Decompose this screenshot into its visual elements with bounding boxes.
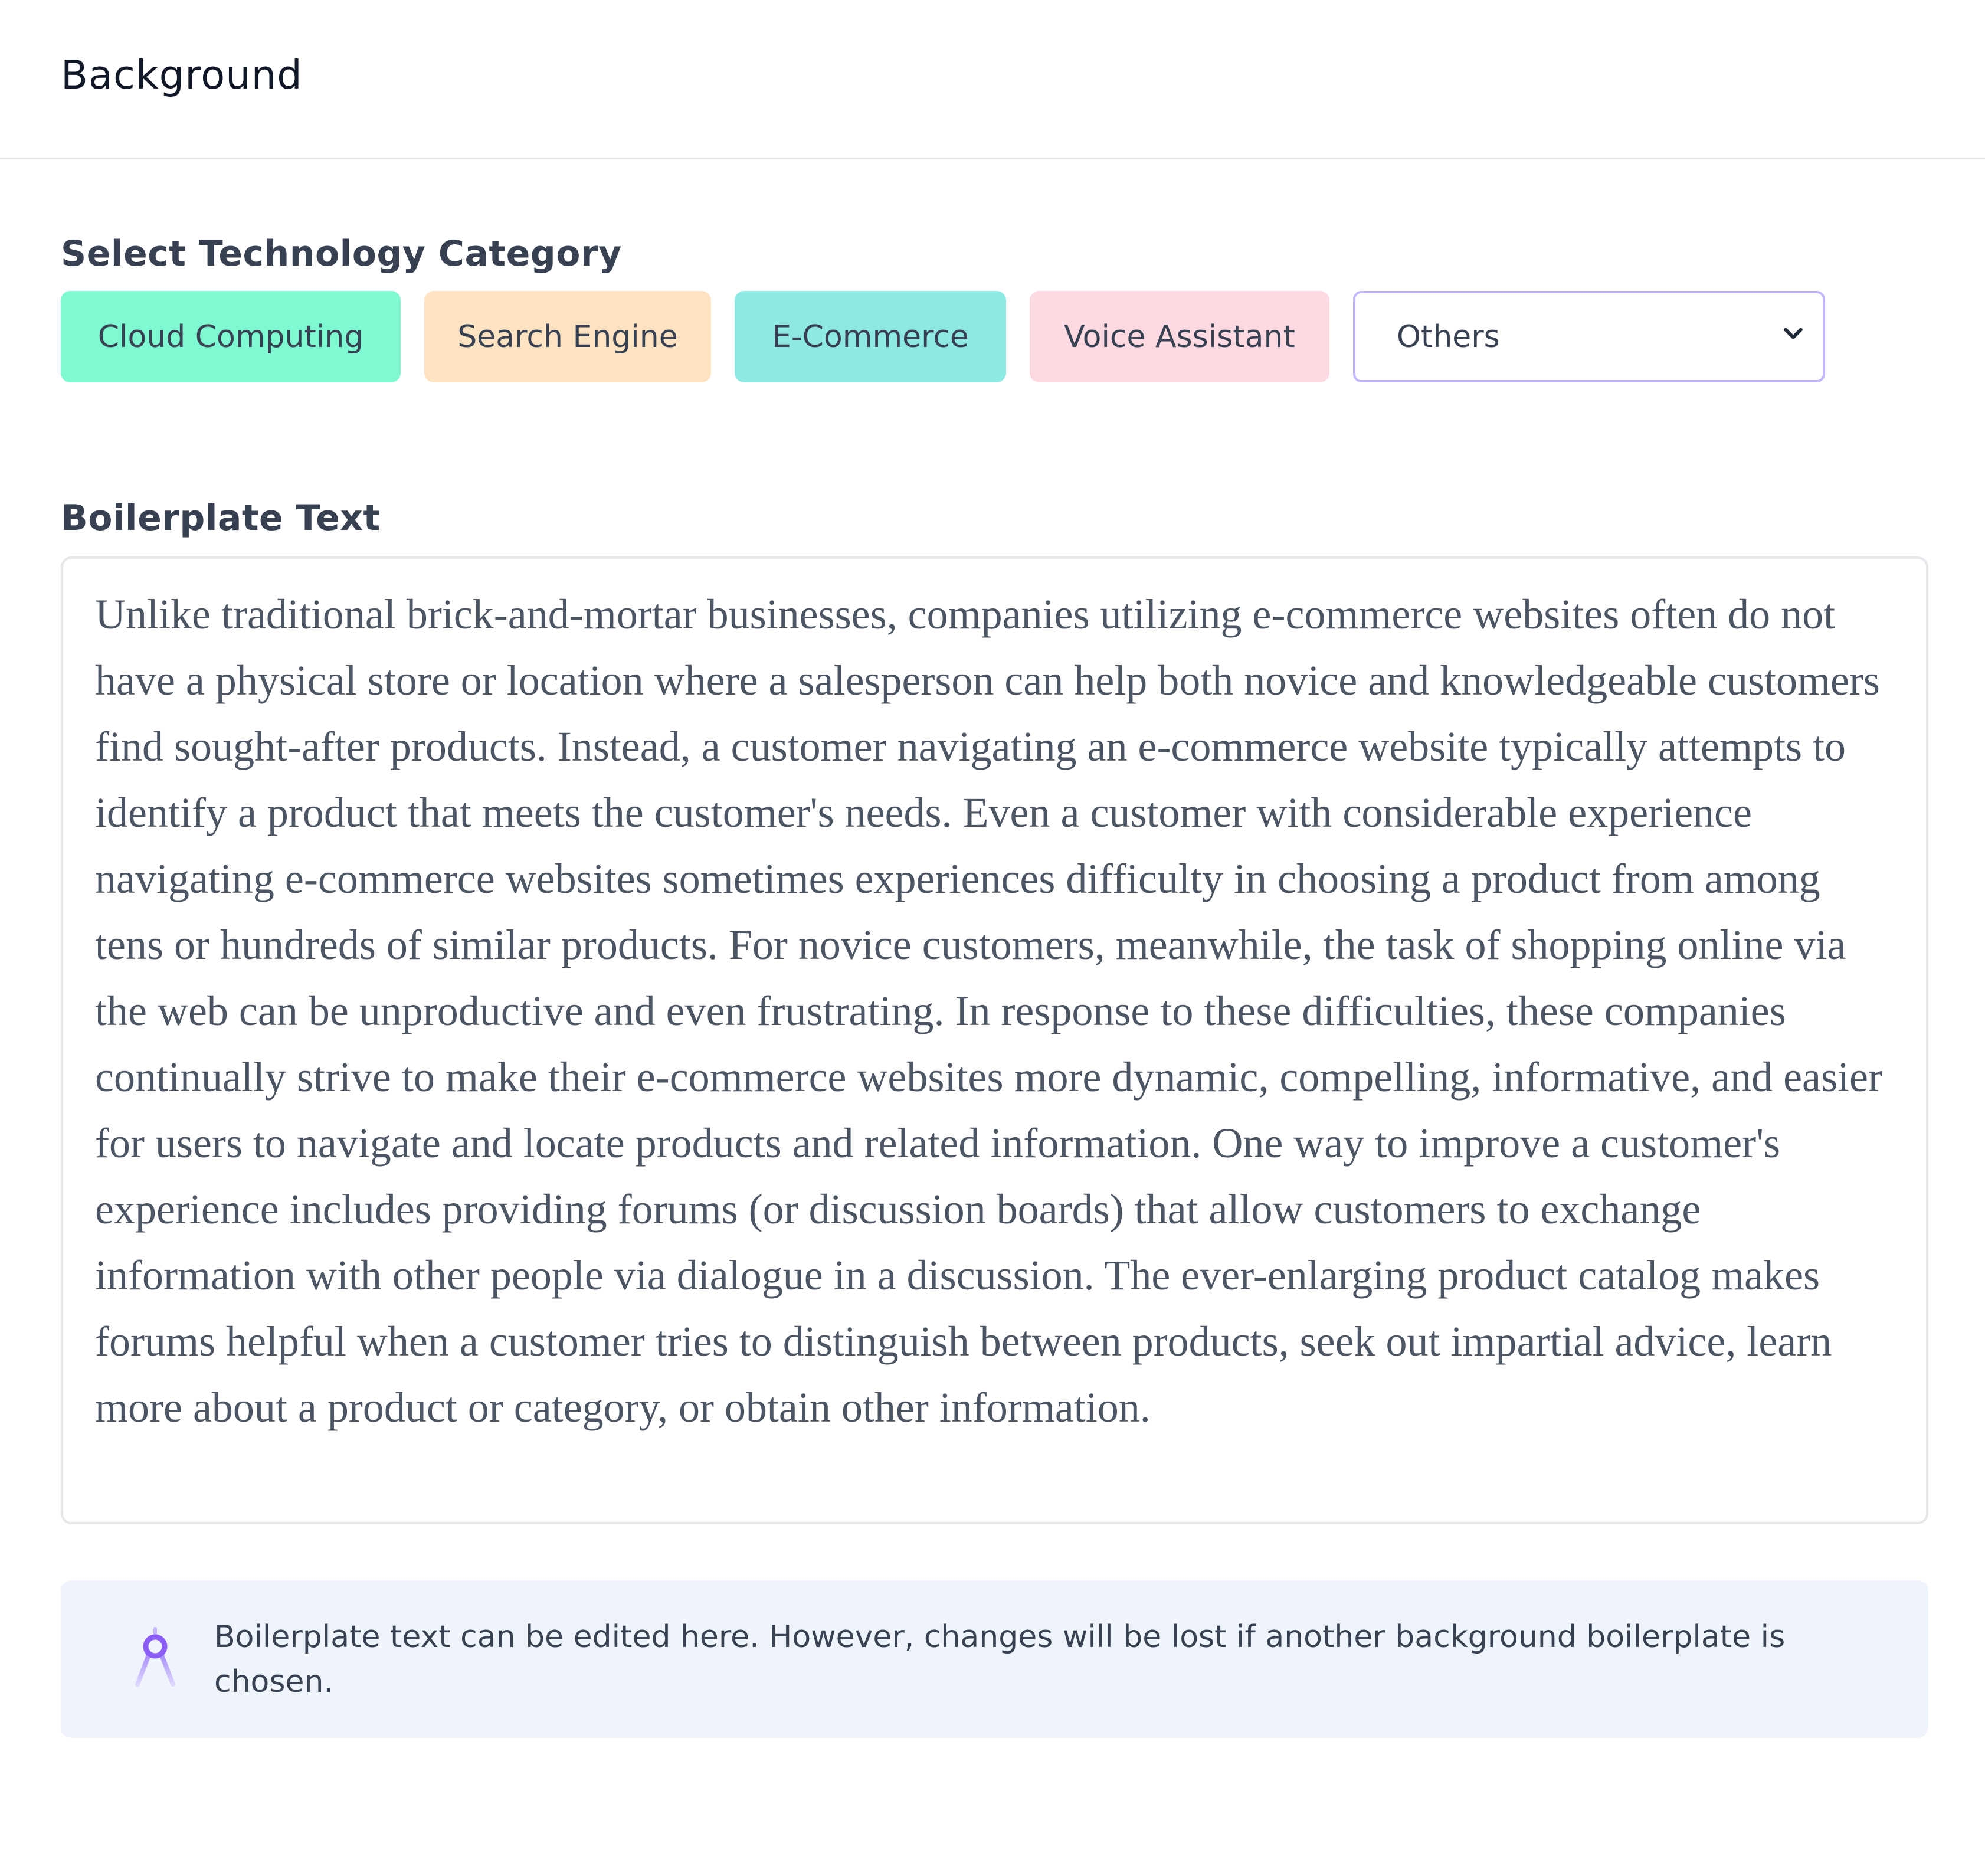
chip-label: Voice Assistant [1064, 319, 1295, 355]
chip-cloud-computing[interactable]: Cloud Computing [61, 291, 401, 382]
info-text: Boilerplate text can be edited here. How… [214, 1619, 1786, 1700]
chip-label: Search Engine [457, 319, 678, 355]
chip-e-commerce[interactable]: E-Commerce [735, 291, 1006, 382]
category-label: Select Technology Category [61, 233, 622, 274]
chip-voice-assistant[interactable]: Voice Assistant [1030, 291, 1329, 382]
chip-label: E-Commerce [772, 319, 969, 355]
page-title: Background [61, 51, 303, 98]
info-notice: Boilerplate text can be edited here. How… [61, 1580, 1928, 1738]
select-value: Others [1397, 319, 1500, 355]
boilerplate-label: Boilerplate Text [61, 497, 381, 539]
chevron-down-icon [1780, 319, 1806, 355]
others-select[interactable]: Others [1353, 291, 1825, 382]
chip-label: Cloud Computing [97, 319, 364, 355]
page-header: Background [0, 0, 1985, 159]
boilerplate-textarea[interactable]: Unlike traditional brick-and-mortar busi… [61, 556, 1928, 1524]
compass-icon [132, 1625, 179, 1690]
category-chip-group: Cloud Computing Search Engine E-Commerce… [61, 291, 1924, 382]
main-content: Select Technology Category Cloud Computi… [0, 233, 1985, 1738]
chip-search-engine[interactable]: Search Engine [424, 291, 711, 382]
